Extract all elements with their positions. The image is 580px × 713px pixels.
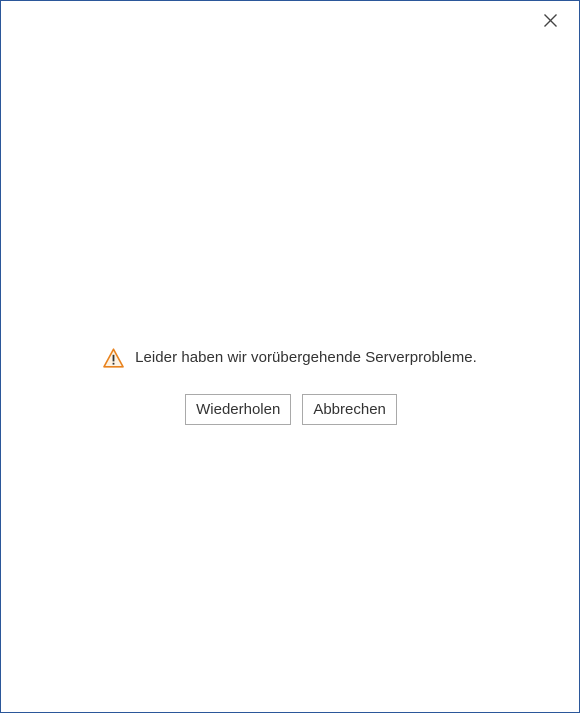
close-icon bbox=[543, 13, 557, 27]
error-dialog: Leider haben wir vorübergehende Serverpr… bbox=[0, 0, 580, 713]
retry-button[interactable]: Wiederholen bbox=[185, 394, 292, 425]
cancel-button[interactable]: Abbrechen bbox=[302, 394, 397, 425]
button-row: Wiederholen Abbrechen bbox=[1, 394, 580, 425]
close-button[interactable] bbox=[539, 9, 561, 31]
error-message-row: Leider haben wir vorübergehende Serverpr… bbox=[1, 347, 579, 369]
warning-icon bbox=[103, 348, 124, 368]
error-message-text: Leider haben wir vorübergehende Serverpr… bbox=[135, 349, 477, 366]
